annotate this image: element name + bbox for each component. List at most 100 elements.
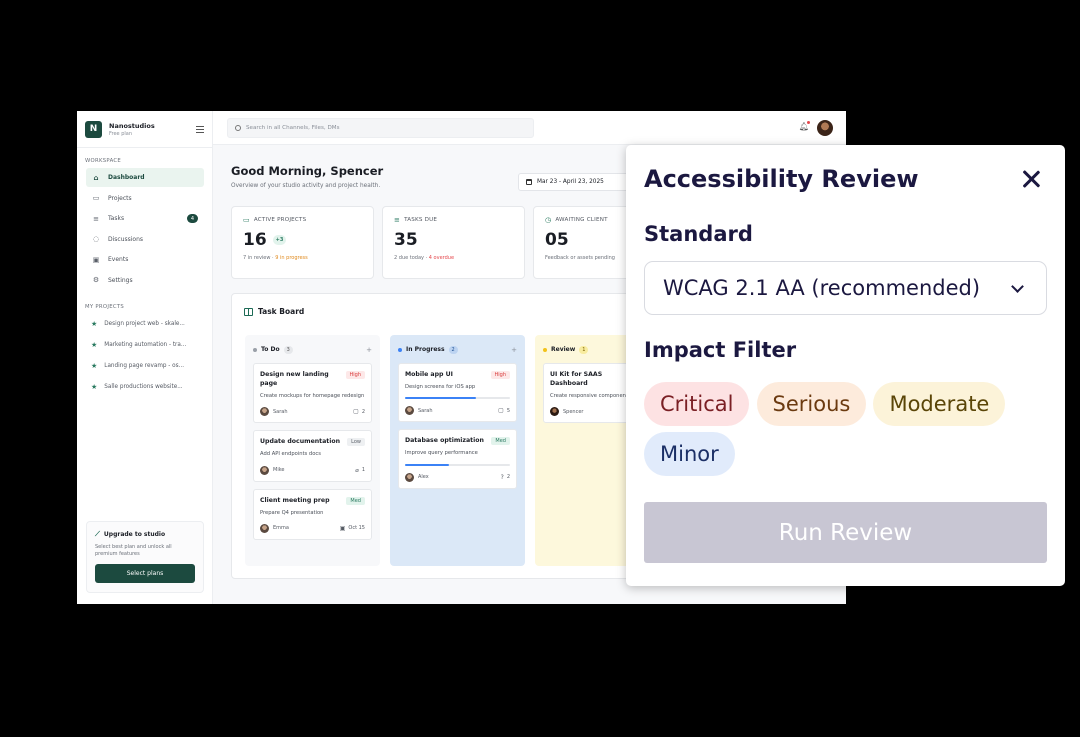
chevron-down-icon <box>1011 280 1024 293</box>
comment-icon: ▢ <box>498 407 504 415</box>
brand-name: Nanostudios <box>109 121 155 130</box>
column-title: To Do <box>261 346 280 353</box>
bell-icon[interactable]: 🔔︎ <box>799 121 810 131</box>
upgrade-card: ⟋ Upgrade to studio Select best plan and … <box>86 521 204 593</box>
sidebar-item-label: Discussions <box>108 235 144 243</box>
priority-badge: Low <box>347 438 365 447</box>
my-projects-label: MY PROJECTS <box>85 303 125 310</box>
hamburger-icon[interactable] <box>196 125 204 133</box>
close-icon[interactable] <box>1021 169 1041 189</box>
search-icon <box>235 125 241 131</box>
stat-value: 35 <box>394 230 418 250</box>
sidebar: N Nanostudios Free plan WORKSPACE ⌂ Dash… <box>77 111 213 604</box>
sidebar-item-label: Tasks <box>108 215 125 222</box>
add-card-icon[interactable]: + <box>366 346 372 354</box>
column-title: In Progress <box>406 346 445 353</box>
brand-logo: N <box>85 120 102 138</box>
project-item[interactable]: ★ Design project web - skale... <box>77 314 212 335</box>
sidebar-item-settings[interactable]: ⚙ Settings <box>86 271 204 290</box>
notification-dot <box>807 121 810 124</box>
gear-icon: ⚙ <box>92 276 100 284</box>
priority-badge: High <box>490 371 510 379</box>
avatar <box>260 465 269 475</box>
impact-filter-label: Impact Filter <box>644 338 797 362</box>
sidebar-item-label: Dashboard <box>108 174 145 181</box>
date-range-picker[interactable]: Mar 23 - April 23, 2025 <box>518 173 633 191</box>
column-in-progress: In Progress 2 + Mobile app UI High Desig… <box>390 335 525 566</box>
column-count: 2 <box>448 345 458 354</box>
priority-badge: High <box>345 371 365 379</box>
star-icon: ★ <box>91 362 98 370</box>
stat-value: 05 <box>545 230 569 250</box>
task-card[interactable]: Database optimization Med Improve query … <box>398 429 517 489</box>
upgrade-title: Upgrade to studio <box>103 531 166 538</box>
top-bar: Search in all Channels, Files, DMs 🔔︎ <box>213 111 846 145</box>
brand-header: N Nanostudios Free plan <box>77 111 212 148</box>
project-item[interactable]: ★ Marketing automation - tra... <box>77 335 212 356</box>
select-plans-button[interactable]: Select plans <box>95 563 195 583</box>
accessibility-review-panel: Accessibility Review Standard WCAG 2.1 A… <box>626 145 1065 586</box>
task-card[interactable]: Client meeting prep Med Prepare Q4 prese… <box>253 488 372 540</box>
sidebar-item-events[interactable]: ▣ Events <box>86 250 204 269</box>
column-title: Review <box>551 346 576 353</box>
home-icon: ⌂ <box>93 173 99 182</box>
sidebar-item-discussions[interactable]: ◌ Discussions <box>86 230 204 249</box>
search-input[interactable]: Search in all Channels, Files, DMs <box>227 118 534 138</box>
avatar <box>405 406 414 416</box>
stat-card-active-projects: ▭ ACTIVE PROJECTS 16 +3 7 in review · 9 in… <box>231 206 374 279</box>
sidebar-item-label: Projects <box>108 194 132 202</box>
task-card[interactable]: Update documentation Low Add API endpoin… <box>253 430 372 482</box>
star-icon: ★ <box>91 383 98 391</box>
chip-serious[interactable]: Serious <box>756 382 867 426</box>
chip-minor[interactable]: Minor <box>644 432 735 476</box>
impact-filter-chips: Critical Serious Moderate Minor <box>644 382 1044 482</box>
avatar <box>550 407 559 417</box>
sidebar-item-label: Events <box>108 256 129 263</box>
avatar[interactable] <box>817 120 833 136</box>
folder-icon: ▭ <box>243 216 250 224</box>
run-review-button[interactable]: Run Review <box>644 502 1047 563</box>
sidebar-item-projects[interactable]: ▭ Projects <box>86 189 204 208</box>
attachment-icon: ⌀ <box>355 466 359 474</box>
list-icon: ≡ <box>394 216 401 224</box>
column-count: 1 <box>579 345 589 354</box>
upgrade-description: Select best plan and unlock all premium … <box>95 544 172 557</box>
search-placeholder: Search in all Channels, Files, DMs <box>246 125 340 131</box>
page-subtitle: Overview of your studio activity and pro… <box>231 183 381 189</box>
progress-bar <box>405 397 510 400</box>
column-todo: To Do 3 + Design new landing page High C… <box>245 335 380 566</box>
sidebar-item-tasks[interactable]: ≡ Tasks 4 <box>86 209 204 228</box>
sidebar-item-dashboard[interactable]: ⌂ Dashboard <box>86 168 204 187</box>
calendar-icon: ▣ <box>92 255 100 264</box>
chat-icon: ◌ <box>92 235 100 243</box>
board-icon <box>244 307 253 316</box>
task-card[interactable]: Design new landing page High Create mock… <box>253 363 372 424</box>
add-card-icon[interactable]: + <box>511 346 517 354</box>
workspace-label: WORKSPACE <box>85 158 122 164</box>
standard-value: WCAG 2.1 AA (recommended) <box>663 276 981 300</box>
avatar <box>260 407 269 417</box>
chip-critical[interactable]: Critical <box>644 382 750 426</box>
sidebar-item-label: Settings <box>108 276 133 284</box>
chart-icon: ⟋ <box>95 530 100 538</box>
project-item[interactable]: ★ Salle productions website... <box>77 377 212 398</box>
standard-label: Standard <box>644 222 753 246</box>
task-card[interactable]: Mobile app UI High Design screens for iO… <box>398 363 517 423</box>
stat-card-tasks-due: ≡ TASKS DUE 35 2 due today · 4 overdue <box>382 206 525 279</box>
comment-icon: ▢ <box>353 408 359 416</box>
tasks-count-badge: 4 <box>187 214 198 223</box>
column-count: 3 <box>283 345 293 354</box>
folder-icon: ▭ <box>92 194 100 202</box>
page-title: Good Morning, Spencer <box>231 164 384 178</box>
calendar-icon <box>526 179 532 185</box>
priority-badge: Med <box>491 437 510 446</box>
star-icon: ★ <box>91 341 98 349</box>
calendar-icon: ▣ <box>339 524 346 532</box>
brand-plan: Free plan <box>109 130 132 137</box>
list-icon: ≡ <box>93 214 99 223</box>
clock-icon: ◷ <box>545 216 552 224</box>
standard-select[interactable]: WCAG 2.1 AA (recommended) <box>644 261 1047 315</box>
chip-moderate[interactable]: Moderate <box>873 382 1006 426</box>
avatar <box>405 472 414 482</box>
project-item[interactable]: ★ Landing page revamp - os... <box>77 356 212 377</box>
